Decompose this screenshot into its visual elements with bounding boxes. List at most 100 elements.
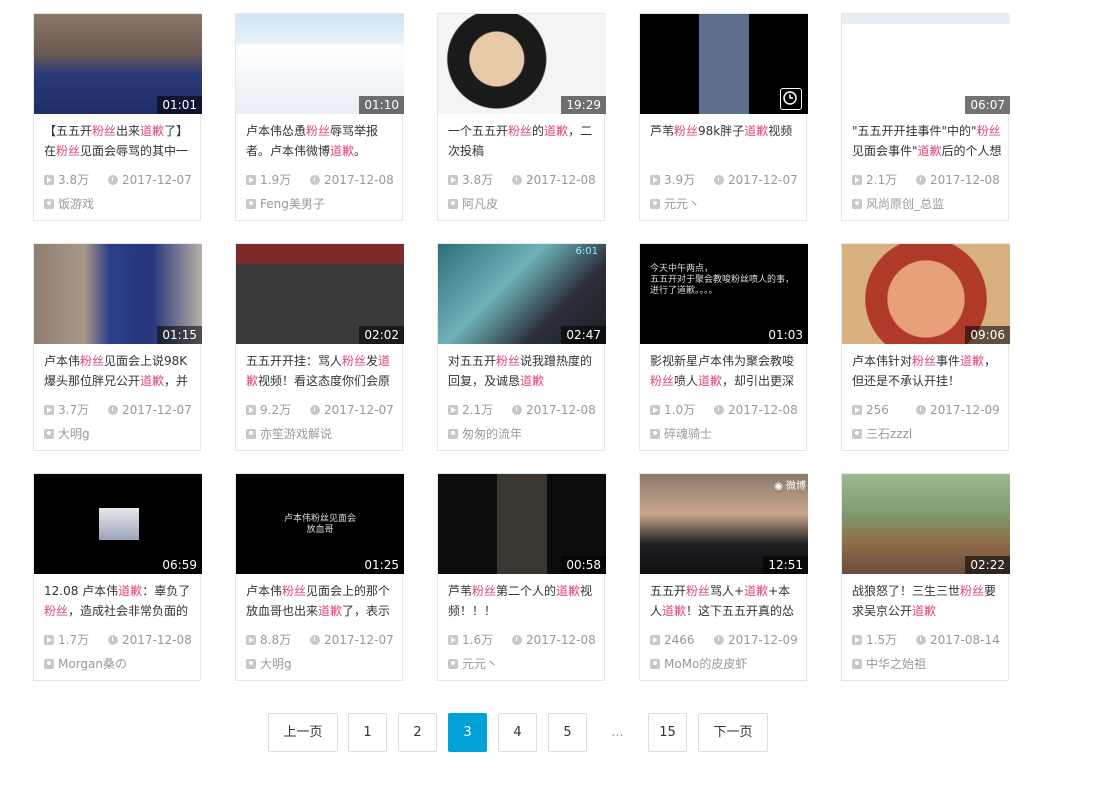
video-thumbnail[interactable]: 今天中午两点， 五五开对于聚会教唆粉丝喷人的事， 进行了道歉。。。。 01:03 bbox=[640, 244, 808, 344]
page-button-4[interactable]: 4 bbox=[498, 713, 537, 752]
uploader-name[interactable]: 大明g bbox=[58, 427, 90, 441]
video-thumbnail[interactable]: 01:01 bbox=[34, 14, 202, 114]
video-title[interactable]: 芦苇粉丝98k胖子道歉视频 bbox=[650, 121, 800, 161]
uploader[interactable]: 亦笙游戏解说 bbox=[246, 427, 332, 441]
video-card[interactable]: 今天中午两点， 五五开对于聚会教唆粉丝喷人的事， 进行了道歉。。。。 01:03 影… bbox=[639, 243, 808, 451]
video-title[interactable]: 卢本伟粉丝见面会上说98K爆头那位胖兄公开道歉，并 bbox=[44, 351, 194, 391]
video-card[interactable]: 芦苇粉丝98k胖子道歉视频 3.9万 2017-12-07 元元丶 bbox=[639, 13, 808, 221]
uploader-name[interactable]: MoMo的皮皮虾 bbox=[664, 657, 747, 671]
view-count-value: 3.8万 bbox=[58, 173, 90, 187]
page-button-5[interactable]: 5 bbox=[548, 713, 587, 752]
page-button-2[interactable]: 2 bbox=[398, 713, 437, 752]
video-thumbnail[interactable]: 02:22 bbox=[842, 474, 1010, 574]
title-text: 五五开开挂：骂人 bbox=[246, 354, 343, 368]
page-button-current[interactable]: 3 bbox=[448, 713, 487, 752]
uploader[interactable]: 风尚原创_总监 bbox=[852, 197, 944, 211]
video-card[interactable]: 00:58 芦苇粉丝第二个人的道歉视频！！！ 1.6万 2017-12-08 元元丶 bbox=[437, 473, 606, 681]
video-title[interactable]: "五五开开挂事件"中的"粉丝见面会事件"道歉后的个人想 bbox=[852, 121, 1002, 161]
uploader-name[interactable]: 饭游戏 bbox=[58, 197, 94, 211]
video-card[interactable]: ◉ 微博 12:51 五五开粉丝骂人+道歉+本人道歉！这下五五开真的怂 2466 201… bbox=[639, 473, 808, 681]
uploader[interactable]: Morgan桑の bbox=[44, 657, 127, 671]
video-card[interactable]: 02:02 五五开开挂：骂人粉丝发道歉视频！看这态度你们会原 9.2万 2017-12… bbox=[235, 243, 404, 451]
video-thumbnail[interactable]: 06:07 bbox=[842, 14, 1010, 114]
video-card[interactable]: 01:01 【五五开粉丝出来道歉了】在粉丝见面会辱骂的其中一 3.8万 2017-12… bbox=[33, 13, 202, 221]
video-thumbnail[interactable]: 06:59 bbox=[34, 474, 202, 574]
video-thumbnail[interactable]: 卢本伟粉丝见面会 放血哥 01:25 bbox=[236, 474, 404, 574]
uploader-name[interactable]: 三石zzzl bbox=[866, 427, 912, 441]
video-title[interactable]: 对五五开粉丝说我蹭热度的回复，及诚恳道歉 bbox=[448, 351, 598, 391]
uploader-name[interactable]: Feng美男子 bbox=[260, 197, 325, 211]
video-thumbnail[interactable]: 09:06 bbox=[842, 244, 1010, 344]
video-thumbnail[interactable]: 01:10 bbox=[236, 14, 404, 114]
video-thumbnail[interactable]: 02:02 bbox=[236, 244, 404, 344]
uploader[interactable]: MoMo的皮皮虾 bbox=[650, 657, 747, 671]
video-card[interactable]: 01:15 卢本伟粉丝见面会上说98K爆头那位胖兄公开道歉，并 3.7万 2017-1… bbox=[33, 243, 202, 451]
clock-icon bbox=[916, 635, 926, 645]
video-thumbnail[interactable]: 6:01 02:47 bbox=[438, 244, 606, 344]
video-card[interactable]: 01:10 卢本伟怂恿粉丝辱骂举报者。卢本伟微博道歉。 1.9万 2017-12-08… bbox=[235, 13, 404, 221]
uploader[interactable]: 饭游戏 bbox=[44, 197, 94, 211]
user-icon bbox=[852, 199, 862, 209]
video-title[interactable]: 卢本伟怂恿粉丝辱骂举报者。卢本伟微博道歉。 bbox=[246, 121, 396, 161]
video-title[interactable]: 战狼怒了！三生三世粉丝要求吴京公开道歉 bbox=[852, 581, 1002, 621]
watch-later-icon[interactable] bbox=[780, 88, 802, 110]
uploader[interactable]: 元元丶 bbox=[448, 657, 498, 671]
video-card[interactable]: 卢本伟粉丝见面会 放血哥 01:25 卢本伟粉丝见面会上的那个放血哥也出来道歉了，表… bbox=[235, 473, 404, 681]
video-card[interactable]: 6:01 02:47 对五五开粉丝说我蹭热度的回复，及诚恳道歉 2.1万 2017-12… bbox=[437, 243, 606, 451]
video-thumbnail[interactable] bbox=[640, 14, 808, 114]
uploader-name[interactable]: 大明g bbox=[260, 657, 292, 671]
view-count-value: 3.7万 bbox=[58, 403, 90, 417]
uploader[interactable]: 大明g bbox=[44, 427, 90, 441]
video-title[interactable]: 影视新星卢本伟为聚会教唆粉丝喷人道歉，却引出更深 bbox=[650, 351, 800, 391]
uploader-name[interactable]: 阿凡皮 bbox=[462, 197, 498, 211]
uploader[interactable]: 元元丶 bbox=[650, 197, 700, 211]
uploader[interactable]: 中华之始祖 bbox=[852, 657, 926, 671]
video-title[interactable]: 【五五开粉丝出来道歉了】在粉丝见面会辱骂的其中一 bbox=[44, 121, 194, 161]
uploader[interactable]: 大明g bbox=[246, 657, 292, 671]
page-button-last[interactable]: 15 bbox=[648, 713, 687, 752]
uploader-name[interactable]: 碎魂骑士 bbox=[664, 427, 712, 441]
title-text: 第二个人的 bbox=[496, 584, 557, 598]
uploader[interactable]: Feng美男子 bbox=[246, 197, 325, 211]
uploader-name[interactable]: 匆匆的流年 bbox=[462, 427, 522, 441]
video-card[interactable]: 06:07 "五五开开挂事件"中的"粉丝见面会事件"道歉后的个人想 2.1万 2017… bbox=[841, 13, 1010, 221]
video-thumbnail[interactable]: 01:15 bbox=[34, 244, 202, 344]
uploader-name[interactable]: 元元丶 bbox=[462, 657, 498, 671]
video-title[interactable]: 12.08 卢本伟道歉：辜负了粉丝，造成社会非常负面的 bbox=[44, 581, 194, 621]
video-thumbnail[interactable]: ◉ 微博 12:51 bbox=[640, 474, 808, 574]
user-icon bbox=[448, 199, 458, 209]
video-card[interactable]: 09:06 卢本伟针对粉丝事件道歉，但还是不承认开挂！ 256 2017-12-09 三… bbox=[841, 243, 1010, 451]
video-duration: 02:22 bbox=[965, 556, 1010, 574]
next-page-button[interactable]: 下一页 bbox=[698, 713, 768, 752]
video-title[interactable]: 芦苇粉丝第二个人的道歉视频！！！ bbox=[448, 581, 598, 621]
video-title[interactable]: 卢本伟粉丝见面会上的那个放血哥也出来道歉了，表示 bbox=[246, 581, 396, 621]
video-thumbnail[interactable]: 19:29 bbox=[438, 14, 606, 114]
uploader[interactable]: 三石zzzl bbox=[852, 427, 912, 441]
upload-date-value: 2017-12-09 bbox=[728, 633, 798, 647]
page-button-1[interactable]: 1 bbox=[348, 713, 387, 752]
video-title[interactable]: 五五开粉丝骂人+道歉+本人道歉！这下五五开真的怂 bbox=[650, 581, 800, 621]
uploader-name[interactable]: 中华之始祖 bbox=[866, 657, 926, 671]
uploader-name[interactable]: 亦笙游戏解说 bbox=[260, 427, 332, 441]
uploader[interactable]: 阿凡皮 bbox=[448, 197, 498, 211]
video-meta: 3.9万 2017-12-07 bbox=[650, 173, 805, 187]
video-card[interactable]: 19:29 一个五五开粉丝的道歉，二次投稿 3.8万 2017-12-08 阿凡皮 bbox=[437, 13, 606, 221]
video-meta: 3.8万 2017-12-07 bbox=[44, 173, 199, 187]
video-thumbnail[interactable]: 00:58 bbox=[438, 474, 606, 574]
view-count: 3.8万 bbox=[44, 173, 108, 187]
title-text: 见面会事件" bbox=[852, 144, 918, 158]
play-count-icon bbox=[852, 635, 862, 645]
uploader-name[interactable]: 风尚原创_总监 bbox=[866, 197, 944, 211]
uploader-name[interactable]: Morgan桑の bbox=[58, 657, 127, 671]
uploader[interactable]: 碎魂骑士 bbox=[650, 427, 712, 441]
clock-icon bbox=[310, 175, 320, 185]
video-title[interactable]: 五五开开挂：骂人粉丝发道歉视频！看这态度你们会原 bbox=[246, 351, 396, 391]
video-title[interactable]: 卢本伟针对粉丝事件道歉，但还是不承认开挂！ bbox=[852, 351, 1002, 391]
prev-page-button[interactable]: 上一页 bbox=[268, 713, 338, 752]
title-text: 芦苇 bbox=[650, 124, 675, 138]
uploader-name[interactable]: 元元丶 bbox=[664, 197, 700, 211]
video-card[interactable]: 06:59 12.08 卢本伟道歉：辜负了粉丝，造成社会非常负面的 1.7万 2017… bbox=[33, 473, 202, 681]
video-card[interactable]: 02:22 战狼怒了！三生三世粉丝要求吴京公开道歉 1.5万 2017-08-14 中华… bbox=[841, 473, 1010, 681]
video-title[interactable]: 一个五五开粉丝的道歉，二次投稿 bbox=[448, 121, 598, 161]
uploader[interactable]: 匆匆的流年 bbox=[448, 427, 522, 441]
